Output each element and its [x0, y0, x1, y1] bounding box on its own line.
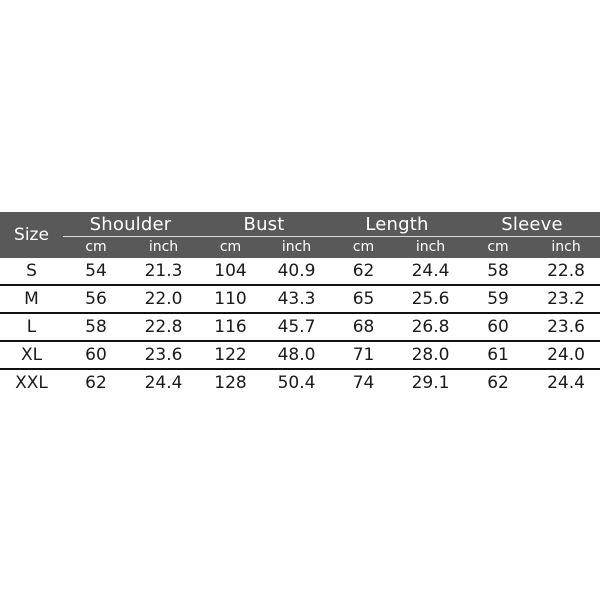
cell-size: XXL	[0, 368, 63, 396]
cell-length-cm: 71	[330, 340, 398, 369]
cell-bust-cm: 122	[198, 340, 264, 369]
cell-size: S	[0, 258, 63, 285]
cell-sleeve-inch: 22.8	[532, 258, 600, 285]
cell-sleeve-cm: 59	[464, 284, 533, 313]
cell-size: M	[0, 284, 63, 313]
group-header-sleeve: Sleeve	[464, 212, 600, 237]
unit-header-bust-cm: cm	[198, 237, 264, 258]
cell-bust-cm: 116	[198, 312, 264, 341]
cell-length-inch: 25.6	[397, 284, 465, 313]
cell-bust-inch: 50.4	[263, 368, 331, 396]
cell-length-inch: 24.4	[397, 258, 465, 285]
cell-shoulder-cm: 56	[63, 284, 129, 313]
cell-bust-cm: 104	[198, 258, 264, 285]
cell-length-cm: 62	[330, 258, 398, 285]
unit-header-bust-inch: inch	[263, 237, 331, 258]
cell-shoulder-inch: 21.3	[129, 258, 199, 285]
table-row: S 54 21.3 104 40.9 62 24.4 58 22.8	[0, 258, 600, 285]
unit-header-shoulder-cm: cm	[63, 237, 129, 258]
unit-header-shoulder-inch: inch	[129, 237, 199, 258]
table-body: S 54 21.3 104 40.9 62 24.4 58 22.8 M 56 …	[0, 258, 600, 396]
unit-header-length-inch: inch	[397, 237, 465, 258]
group-header-length: Length	[330, 212, 465, 237]
table-row: M 56 22.0 110 43.3 65 25.6 59 23.2	[0, 284, 600, 313]
cell-shoulder-inch: 24.4	[129, 368, 199, 396]
cell-shoulder-inch: 22.0	[129, 284, 199, 313]
cell-length-cm: 65	[330, 284, 398, 313]
unit-header-sleeve-cm: cm	[464, 237, 533, 258]
cell-shoulder-inch: 23.6	[129, 340, 199, 369]
cell-shoulder-inch: 22.8	[129, 312, 199, 341]
cell-sleeve-cm: 60	[464, 312, 533, 341]
group-header-shoulder: Shoulder	[63, 212, 199, 237]
cell-sleeve-inch: 24.4	[532, 368, 600, 396]
cell-bust-inch: 45.7	[263, 312, 331, 341]
cell-sleeve-inch: 23.6	[532, 312, 600, 341]
cell-size: XL	[0, 340, 63, 369]
cell-shoulder-cm: 60	[63, 340, 129, 369]
cell-sleeve-cm: 61	[464, 340, 533, 369]
unit-header-row: cm inch cm inch cm inch cm inch	[0, 237, 600, 258]
cell-length-inch: 26.8	[397, 312, 465, 341]
table-header: Size Shoulder Bust Length Sleeve cm inch…	[0, 212, 600, 258]
cell-bust-inch: 43.3	[263, 284, 331, 313]
cell-length-inch: 29.1	[397, 368, 465, 396]
cell-bust-cm: 128	[198, 368, 264, 396]
cell-length-inch: 28.0	[397, 340, 465, 369]
group-header-bust: Bust	[198, 212, 331, 237]
unit-header-sleeve-inch: inch	[532, 237, 600, 258]
cell-sleeve-cm: 58	[464, 258, 533, 285]
cell-length-cm: 68	[330, 312, 398, 341]
cell-shoulder-cm: 54	[63, 258, 129, 285]
size-chart-image: Size Shoulder Bust Length Sleeve cm inch…	[0, 0, 600, 600]
unit-header-length-cm: cm	[330, 237, 398, 258]
group-header-row: Size Shoulder Bust Length Sleeve	[0, 212, 600, 258]
cell-sleeve-inch: 23.2	[532, 284, 600, 313]
cell-bust-inch: 40.9	[263, 258, 331, 285]
cell-length-cm: 74	[330, 368, 398, 396]
size-chart-table: Size Shoulder Bust Length Sleeve cm inch…	[0, 212, 600, 396]
cell-sleeve-inch: 24.0	[532, 340, 600, 369]
cell-size: L	[0, 312, 63, 341]
size-chart-table-wrapper: Size Shoulder Bust Length Sleeve cm inch…	[0, 212, 600, 396]
cell-shoulder-cm: 58	[63, 312, 129, 341]
table-row: L 58 22.8 116 45.7 68 26.8 60 23.6	[0, 312, 600, 341]
table-row: XL 60 23.6 122 48.0 71 28.0 61 24.0	[0, 340, 600, 369]
cell-bust-inch: 48.0	[263, 340, 331, 369]
table-row: XXL 62 24.4 128 50.4 74 29.1 62 24.4	[0, 368, 600, 396]
cell-sleeve-cm: 62	[464, 368, 533, 396]
cell-shoulder-cm: 62	[63, 368, 129, 396]
cell-bust-cm: 110	[198, 284, 264, 313]
column-header-size: Size	[0, 212, 63, 258]
